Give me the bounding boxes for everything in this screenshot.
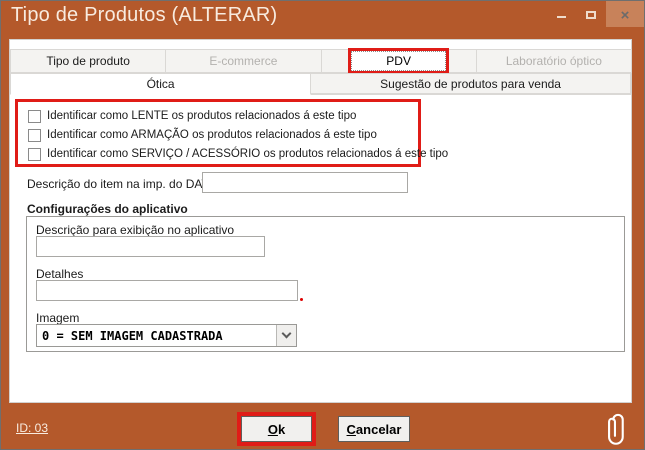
checkbox-row-armacao: Identificar como ARMAÇÃO os produtos rel… [28,126,418,144]
app-description-input[interactable] [36,236,265,257]
dialog-window: Tipo de Produtos (ALTERAR) × Tipo de pro… [0,0,645,450]
details-label: Detalhes [36,267,83,281]
checkbox-servico-acessorio[interactable] [28,148,41,161]
annotation-pdv-tab: PDV [348,48,449,74]
window-controls: × [546,1,644,27]
image-label: Imagem [36,311,79,325]
chevron-down-icon [282,329,292,339]
tab-label: Laboratório óptico [506,54,602,68]
cancel-button[interactable]: Cancelar [338,416,410,442]
close-button[interactable]: × [606,1,644,27]
checkbox-label[interactable]: Identificar como SERVIÇO / ACESSÓRIO os … [47,148,448,160]
checkbox-armacao[interactable] [28,129,41,142]
app-config-group-box: Descrição para exibição no aplicativo De… [26,216,625,352]
checkbox-row-lente: Identificar como LENTE os produtos relac… [28,107,418,125]
tab-label: PDV [351,51,446,71]
main-tab-strip: Tipo de produto E-commerce PDV Laboratór… [10,49,631,73]
minimize-icon [557,16,566,18]
checkbox-row-servico-acessorio: Identificar como SERVIÇO / ACESSÓRIO os … [28,145,418,163]
tab-otica[interactable]: Ótica [10,73,311,95]
maximize-button[interactable] [576,1,606,27]
minimize-button[interactable] [546,1,576,27]
image-select[interactable]: 0 = SEM IMAGEM CADASTRADA [36,324,297,347]
tab-tipo-de-produto[interactable]: Tipo de produto [10,49,166,73]
details-input[interactable] [36,280,298,301]
tab-ecommerce[interactable]: E-commerce [165,49,321,73]
required-marker [300,298,303,301]
annotation-checkbox-group: Identificar como LENTE os produtos relac… [15,99,421,167]
dialog-body: Tipo de produto E-commerce PDV Laboratór… [9,39,632,403]
paperclip-icon[interactable] [605,407,631,449]
checkbox-label[interactable]: Identificar como ARMAÇÃO os produtos rel… [47,129,377,141]
app-config-group-title: Configurações do aplicativo [27,202,188,216]
record-id-link[interactable]: ID: 03 [16,421,48,435]
ok-button[interactable]: Ok [241,416,312,442]
titlebar: Tipo de Produtos (ALTERAR) × [1,1,644,38]
close-icon: × [621,8,630,23]
tab-laboratorio-optico[interactable]: Laboratório óptico [476,49,632,73]
tab-label: Tipo de produto [46,54,130,68]
window-title: Tipo de Produtos (ALTERAR) [11,4,277,27]
sub-tab-strip: Ótica Sugestão de produtos para venda [10,73,631,95]
tab-pdv[interactable]: PDV [321,49,477,73]
tab-label: Sugestão de produtos para venda [380,77,561,91]
maximize-icon [586,11,596,19]
checkbox-label[interactable]: Identificar como LENTE os produtos relac… [47,110,356,122]
tab-label: E-commerce [209,54,277,68]
dav-description-label: Descrição do item na imp. do DAV [27,177,210,191]
annotation-ok-button: Ok [237,412,316,446]
dav-description-input[interactable] [202,172,408,193]
tab-sugestao-produtos[interactable]: Sugestão de produtos para venda [311,73,631,94]
checkbox-lente[interactable] [28,110,41,123]
app-description-label: Descrição para exibição no aplicativo [36,223,234,237]
tab-label: Ótica [147,77,175,91]
image-select-value: 0 = SEM IMAGEM CADASTRADA [37,325,276,346]
image-select-dropdown-button[interactable] [276,325,296,346]
